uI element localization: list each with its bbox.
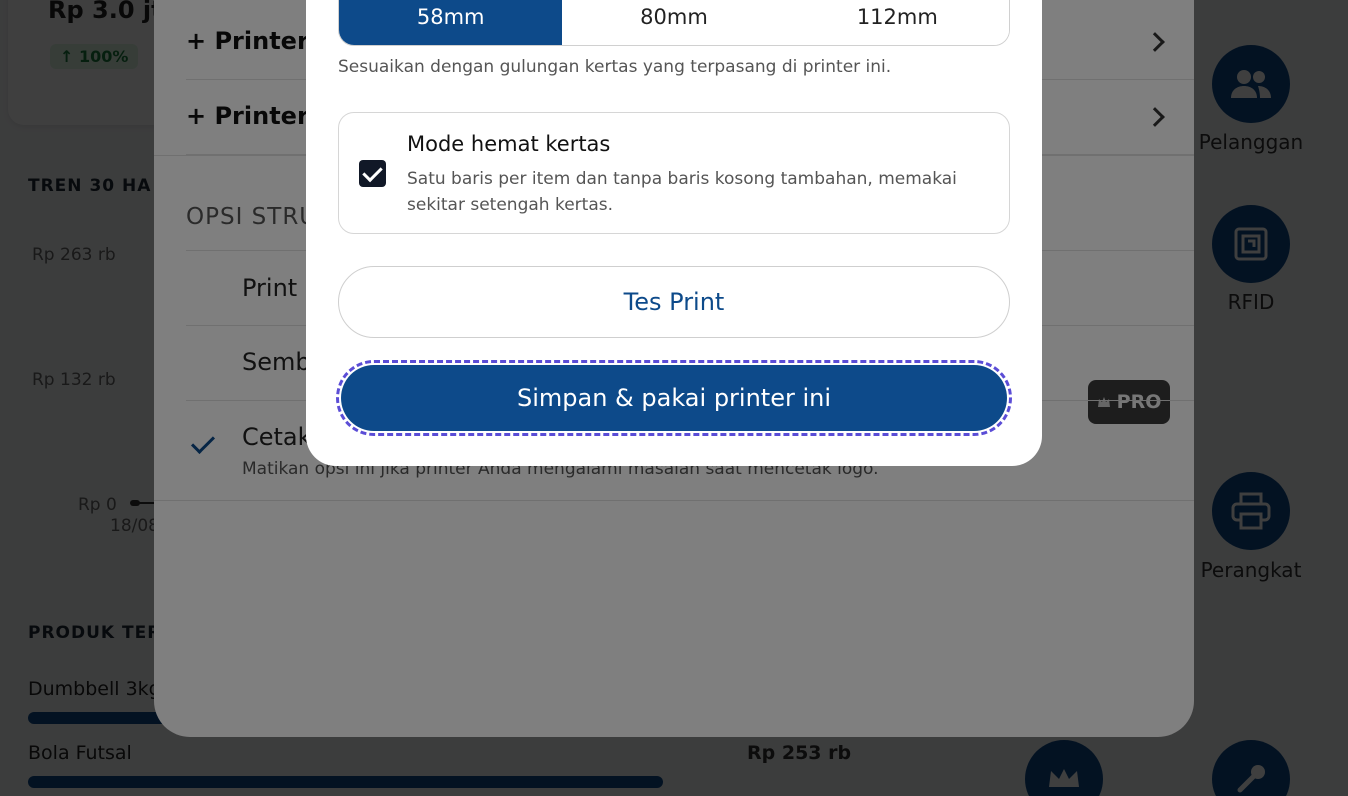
paper-size-80[interactable]: 80mm bbox=[562, 0, 786, 45]
paper-saver-title: Mode hemat kertas bbox=[407, 132, 611, 156]
paper-saver-checkbox[interactable] bbox=[359, 160, 386, 187]
paper-size-112[interactable]: 112mm bbox=[785, 0, 1009, 45]
save-button-focus-ring: Simpan & pakai printer ini bbox=[336, 360, 1012, 436]
paper-saver-description: Satu baris per item dan tanpa baris koso… bbox=[407, 169, 957, 215]
save-printer-button[interactable]: Simpan & pakai printer ini bbox=[341, 365, 1007, 431]
paper-size-hint: Sesuaikan dengan gulungan kertas yang te… bbox=[338, 57, 892, 77]
test-print-button[interactable]: Tes Print bbox=[338, 266, 1010, 338]
printer-config-dialog: 58mm 80mm 112mm Sesuaikan dengan gulunga… bbox=[306, 0, 1042, 466]
paper-size-selector: 58mm 80mm 112mm bbox=[338, 0, 1010, 46]
paper-saver-card[interactable]: Mode hemat kertas Satu baris per item da… bbox=[338, 112, 1010, 234]
paper-size-58[interactable]: 58mm bbox=[339, 0, 563, 45]
